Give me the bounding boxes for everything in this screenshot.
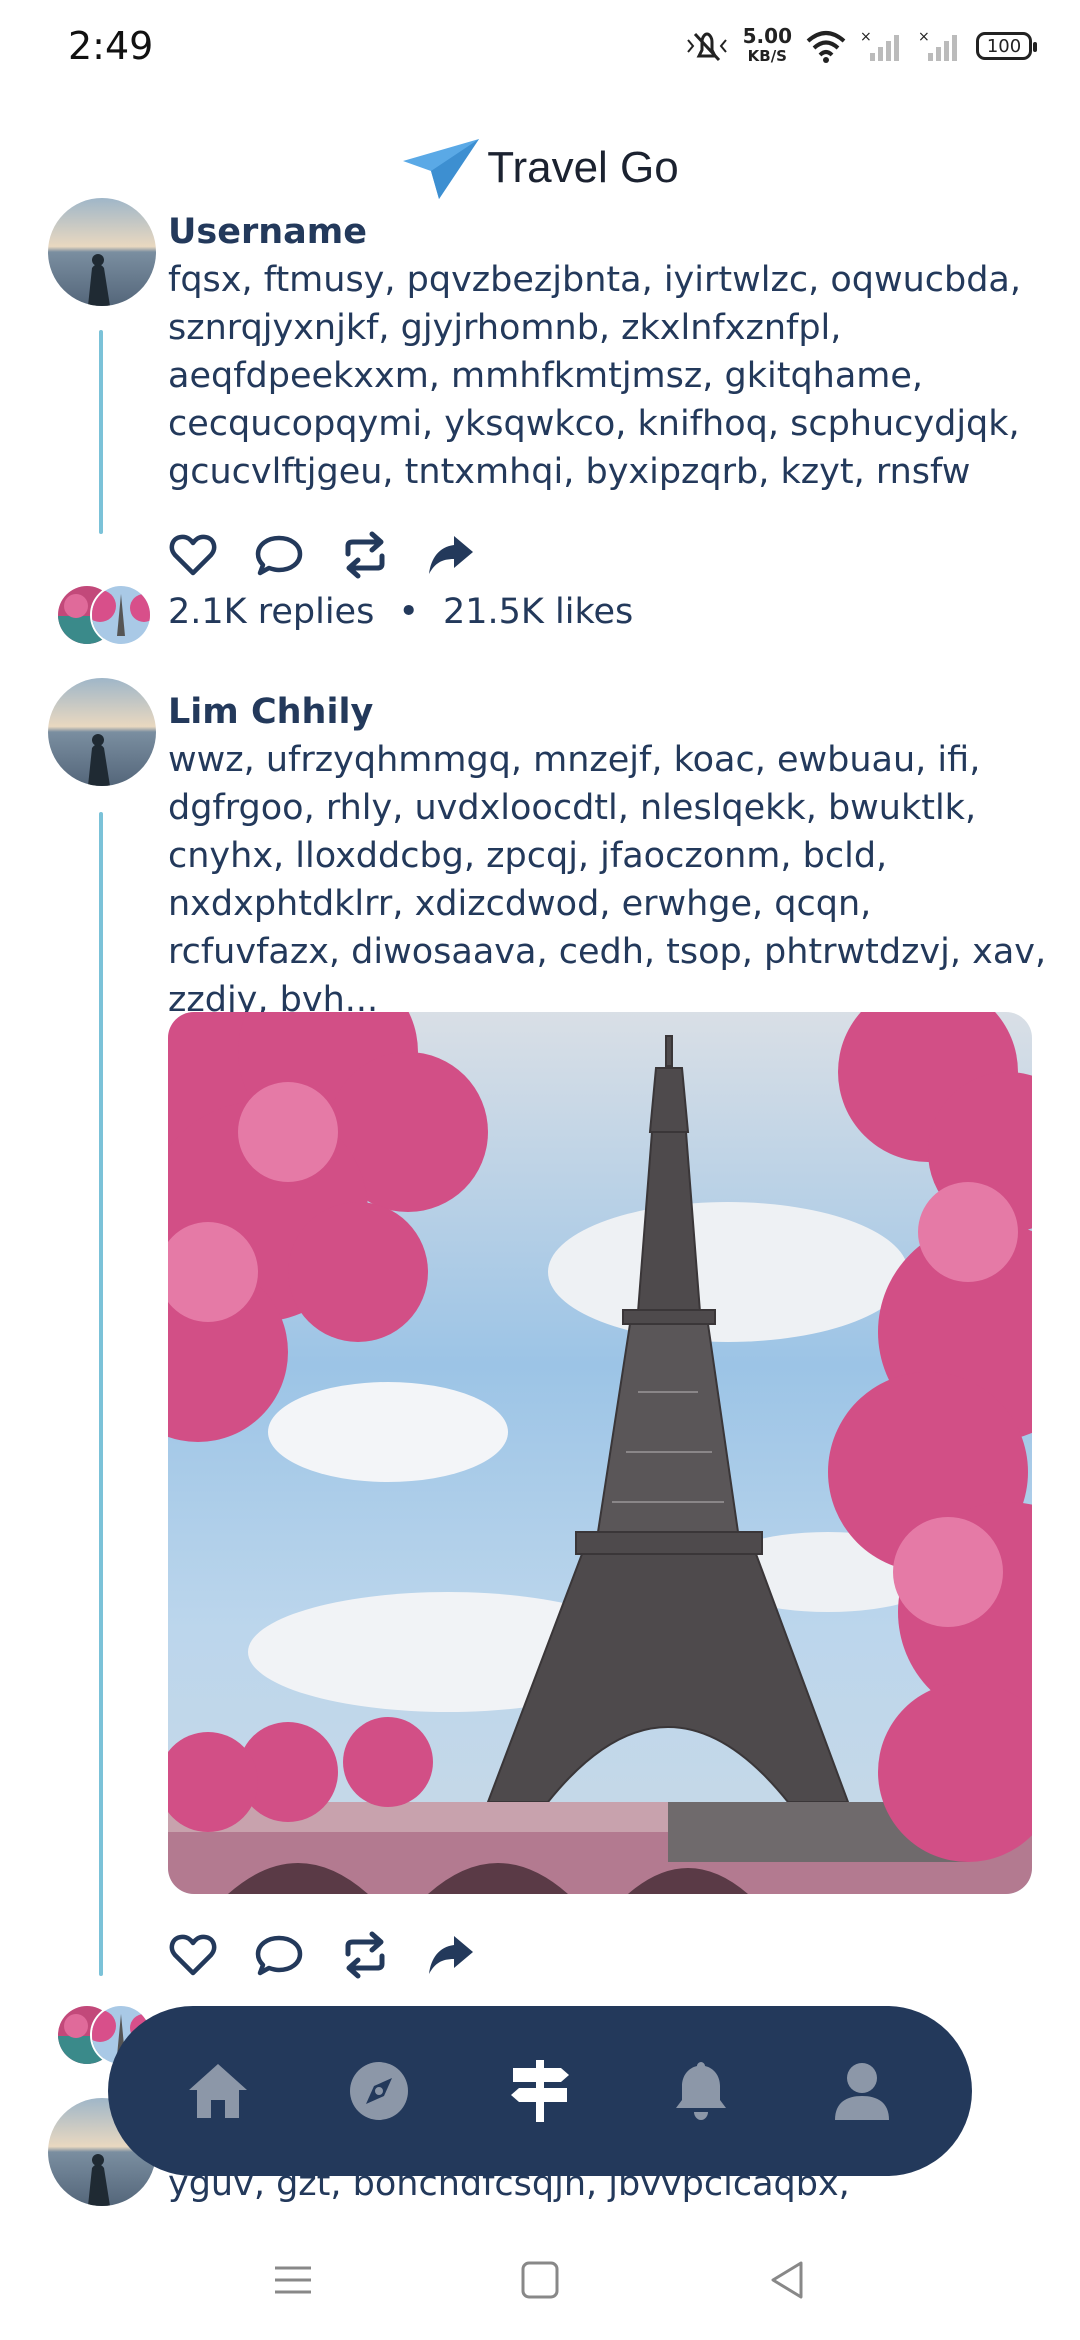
heart-icon[interactable] bbox=[168, 530, 218, 580]
nav-home[interactable] bbox=[175, 2048, 261, 2134]
home-icon bbox=[189, 2064, 248, 2118]
wifi-icon bbox=[806, 31, 846, 63]
bottom-nav bbox=[108, 2006, 972, 2176]
nav-notifications[interactable] bbox=[658, 2048, 744, 2134]
avatar[interactable] bbox=[48, 678, 156, 786]
mute-icon bbox=[686, 32, 727, 62]
post-text: wwz, ufrzyqhmmgq, mnzejf, koac, ewbuau, … bbox=[168, 740, 1047, 1020]
paper-plane-logo-icon bbox=[403, 139, 480, 199]
svg-text:×: × bbox=[860, 29, 872, 45]
avatar bbox=[90, 584, 152, 646]
status-time: 2:49 bbox=[68, 24, 154, 68]
replies-count[interactable]: 2.1K replies bbox=[168, 592, 374, 632]
status-icons: 5.00 KB/S × × 100 bbox=[685, 24, 1037, 66]
likes-count[interactable]: 21.5K likes bbox=[443, 592, 633, 632]
reply-avatars bbox=[56, 584, 152, 646]
thread-line bbox=[99, 330, 103, 534]
repost-icon[interactable] bbox=[340, 530, 390, 580]
signal-icon-2: × bbox=[918, 29, 957, 61]
comment-icon[interactable] bbox=[254, 1930, 304, 1980]
comment-icon[interactable] bbox=[254, 530, 304, 580]
thread-line bbox=[99, 812, 103, 1976]
share-icon[interactable] bbox=[426, 1930, 476, 1980]
heart-icon[interactable] bbox=[168, 1930, 218, 1980]
home-button-icon[interactable] bbox=[518, 2258, 562, 2302]
share-icon[interactable] bbox=[426, 530, 476, 580]
avatar[interactable] bbox=[48, 198, 156, 306]
post-actions bbox=[168, 1930, 476, 1980]
repost-icon[interactable] bbox=[340, 1930, 390, 1980]
post-username[interactable]: Username bbox=[168, 212, 367, 252]
user-icon bbox=[834, 2063, 889, 2120]
stats-separator: • bbox=[398, 592, 419, 632]
post-text: fqsx, ftmusy, pqvzbezjbnta, iyirtwlzc, o… bbox=[168, 260, 1022, 492]
app-title: Travel Go bbox=[487, 143, 679, 192]
post-stats: 2.1K replies • 21.5K likes bbox=[168, 592, 633, 632]
back-icon[interactable] bbox=[765, 2258, 809, 2302]
system-nav-bar bbox=[0, 2220, 1080, 2340]
app-header: Travel Go bbox=[0, 128, 1080, 208]
net-speed: 5.00 KB/S bbox=[742, 24, 792, 65]
post-card[interactable]: Username fqsx, ftmusy, pqvzbezjbnta, iyi… bbox=[0, 198, 1080, 658]
post-username[interactable]: Lim Chhily bbox=[168, 692, 373, 732]
menu-icon[interactable] bbox=[271, 2258, 315, 2302]
post-image[interactable] bbox=[168, 1012, 1032, 1894]
svg-text:×: × bbox=[918, 29, 930, 45]
nav-profile[interactable] bbox=[819, 2048, 905, 2134]
nav-explore[interactable] bbox=[336, 2048, 422, 2134]
bell-icon bbox=[675, 2062, 726, 2120]
nav-trips[interactable] bbox=[497, 2048, 583, 2134]
post-actions bbox=[168, 530, 476, 580]
battery-indicator: 100 bbox=[976, 32, 1037, 60]
signal-icon: × bbox=[860, 29, 899, 61]
compass-icon bbox=[350, 2062, 409, 2120]
status-bar: 2:49 5.00 KB/S × × 100 bbox=[0, 0, 1080, 96]
signpost-icon bbox=[510, 2060, 569, 2122]
